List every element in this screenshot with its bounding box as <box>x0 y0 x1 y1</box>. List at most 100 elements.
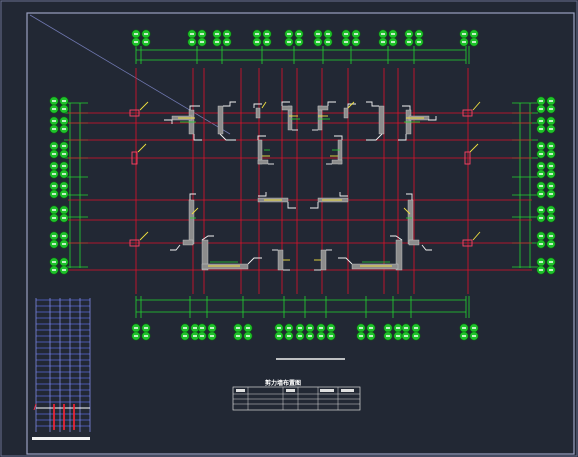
axis-bubble-mark <box>62 128 66 130</box>
axis-bubble-mark <box>52 269 56 271</box>
label-leader <box>472 231 481 241</box>
axis-bubble-mark <box>62 243 66 245</box>
wall-edge-line <box>366 101 379 107</box>
axis-bubble-mark <box>225 41 229 43</box>
axis-bubble-mark <box>134 335 138 337</box>
axis-bubble-mark <box>539 100 543 102</box>
wall-edge-line <box>421 244 432 251</box>
wall-edge-line <box>334 135 343 140</box>
axis-bubble-mark <box>549 193 553 195</box>
axis-bubble-mark <box>329 335 333 337</box>
label-leader <box>139 231 149 241</box>
axis-bubble-mark <box>549 165 553 167</box>
axis-bubble-mark <box>62 209 66 211</box>
axis-bubble <box>295 323 315 341</box>
axis-bubble-mark <box>52 193 56 195</box>
shear-wall-segment <box>255 107 261 119</box>
wall-edge-line <box>402 105 411 110</box>
axis-bubble-mark <box>277 327 281 329</box>
axis-bubble-mark <box>265 33 269 35</box>
axis-bubble-mark <box>417 33 421 35</box>
axis-bubble-mark <box>549 145 553 147</box>
axis-bubble <box>378 29 398 47</box>
axis-bubble-mark <box>190 41 194 43</box>
floor-schedule-table <box>32 298 91 440</box>
axis-bubble-mark <box>549 243 553 245</box>
wall-edge-line <box>339 192 348 197</box>
axis-bubble-mark <box>52 145 56 147</box>
axis-bubble <box>49 96 69 114</box>
shear-wall-segment <box>343 107 349 119</box>
axis-bubble-mark <box>396 335 400 337</box>
axis-bubble-mark <box>549 153 553 155</box>
axis-bubble-mark <box>404 327 408 329</box>
axis-bubble-mark <box>539 261 543 263</box>
axis-bubble-mark <box>298 335 302 337</box>
axis-bubble-mark <box>354 33 358 35</box>
axis-bubble-mark <box>462 335 466 337</box>
axis-bubble <box>49 257 69 275</box>
axis-bubble-mark <box>52 261 56 263</box>
axis-bubble-mark <box>539 209 543 211</box>
axis-bubble-mark <box>539 217 543 219</box>
axis-bubble-mark <box>539 185 543 187</box>
axis-bubble <box>536 96 556 114</box>
axis-bubble-mark <box>404 335 408 337</box>
axis-bubble-mark <box>539 235 543 237</box>
axis-bubble <box>536 205 556 223</box>
axis-bubble-mark <box>354 41 358 43</box>
axis-bubble-mark <box>381 33 385 35</box>
axis-bubble-mark <box>62 108 66 110</box>
axis-bubble-mark <box>52 217 56 219</box>
axis-bubble <box>313 29 333 47</box>
axis-bubble <box>316 323 336 341</box>
label-leader <box>137 143 147 153</box>
axis-bubble <box>131 29 151 47</box>
axis-bubble-mark <box>236 327 240 329</box>
shear-wall-segment <box>217 105 224 135</box>
axis-bubble-mark <box>193 335 197 337</box>
axis-bubble <box>401 323 421 341</box>
axis-bubble-mark <box>316 33 320 35</box>
axis-bubble-mark <box>62 261 66 263</box>
axis-bubble <box>383 323 403 341</box>
axis-bubble-mark <box>549 100 553 102</box>
axis-bubble-mark <box>539 120 543 122</box>
axis-bubble-mark <box>549 173 553 175</box>
shear-wall-segment <box>320 249 327 271</box>
axis-bubble-mark <box>52 209 56 211</box>
cad-drawing-canvas: 剪力墙布置图 <box>0 0 578 457</box>
axis-bubble-mark <box>62 173 66 175</box>
axis-bubble-mark <box>52 235 56 237</box>
axis-bubble-mark <box>462 327 466 329</box>
axis-bubble-mark <box>549 128 553 130</box>
shear-wall-segment <box>351 263 399 270</box>
axis-bubble-mark <box>144 41 148 43</box>
axis-bubble <box>131 323 151 341</box>
wall-edge-line <box>366 133 383 141</box>
axis-bubble-mark <box>549 185 553 187</box>
axis-bubble-mark <box>539 128 543 130</box>
axis-bubble-mark <box>549 217 553 219</box>
axis-bubble-mark <box>308 327 312 329</box>
wall-edge-line <box>223 101 236 107</box>
axis-bubble-mark <box>391 33 395 35</box>
axis-bubble-mark <box>319 335 323 337</box>
axis-bubble-mark <box>417 41 421 43</box>
label-leader <box>472 101 481 111</box>
axis-bubble-mark <box>200 335 204 337</box>
axis-bubble-mark <box>396 327 400 329</box>
axis-bubble-mark <box>183 327 187 329</box>
axis-bubble-mark <box>539 173 543 175</box>
axis-bubble-mark <box>359 335 363 337</box>
axis-bubble-mark <box>391 41 395 43</box>
axis-bubble-mark <box>52 128 56 130</box>
wall-edge-line <box>170 244 181 251</box>
axis-bubble <box>284 29 304 47</box>
shear-wall-segment <box>277 249 284 271</box>
axis-bubble-mark <box>472 335 476 337</box>
axis-bubble <box>356 323 376 341</box>
axis-bubble-mark <box>287 41 291 43</box>
axis-bubble <box>459 323 479 341</box>
shear-wall-segment <box>408 239 420 246</box>
